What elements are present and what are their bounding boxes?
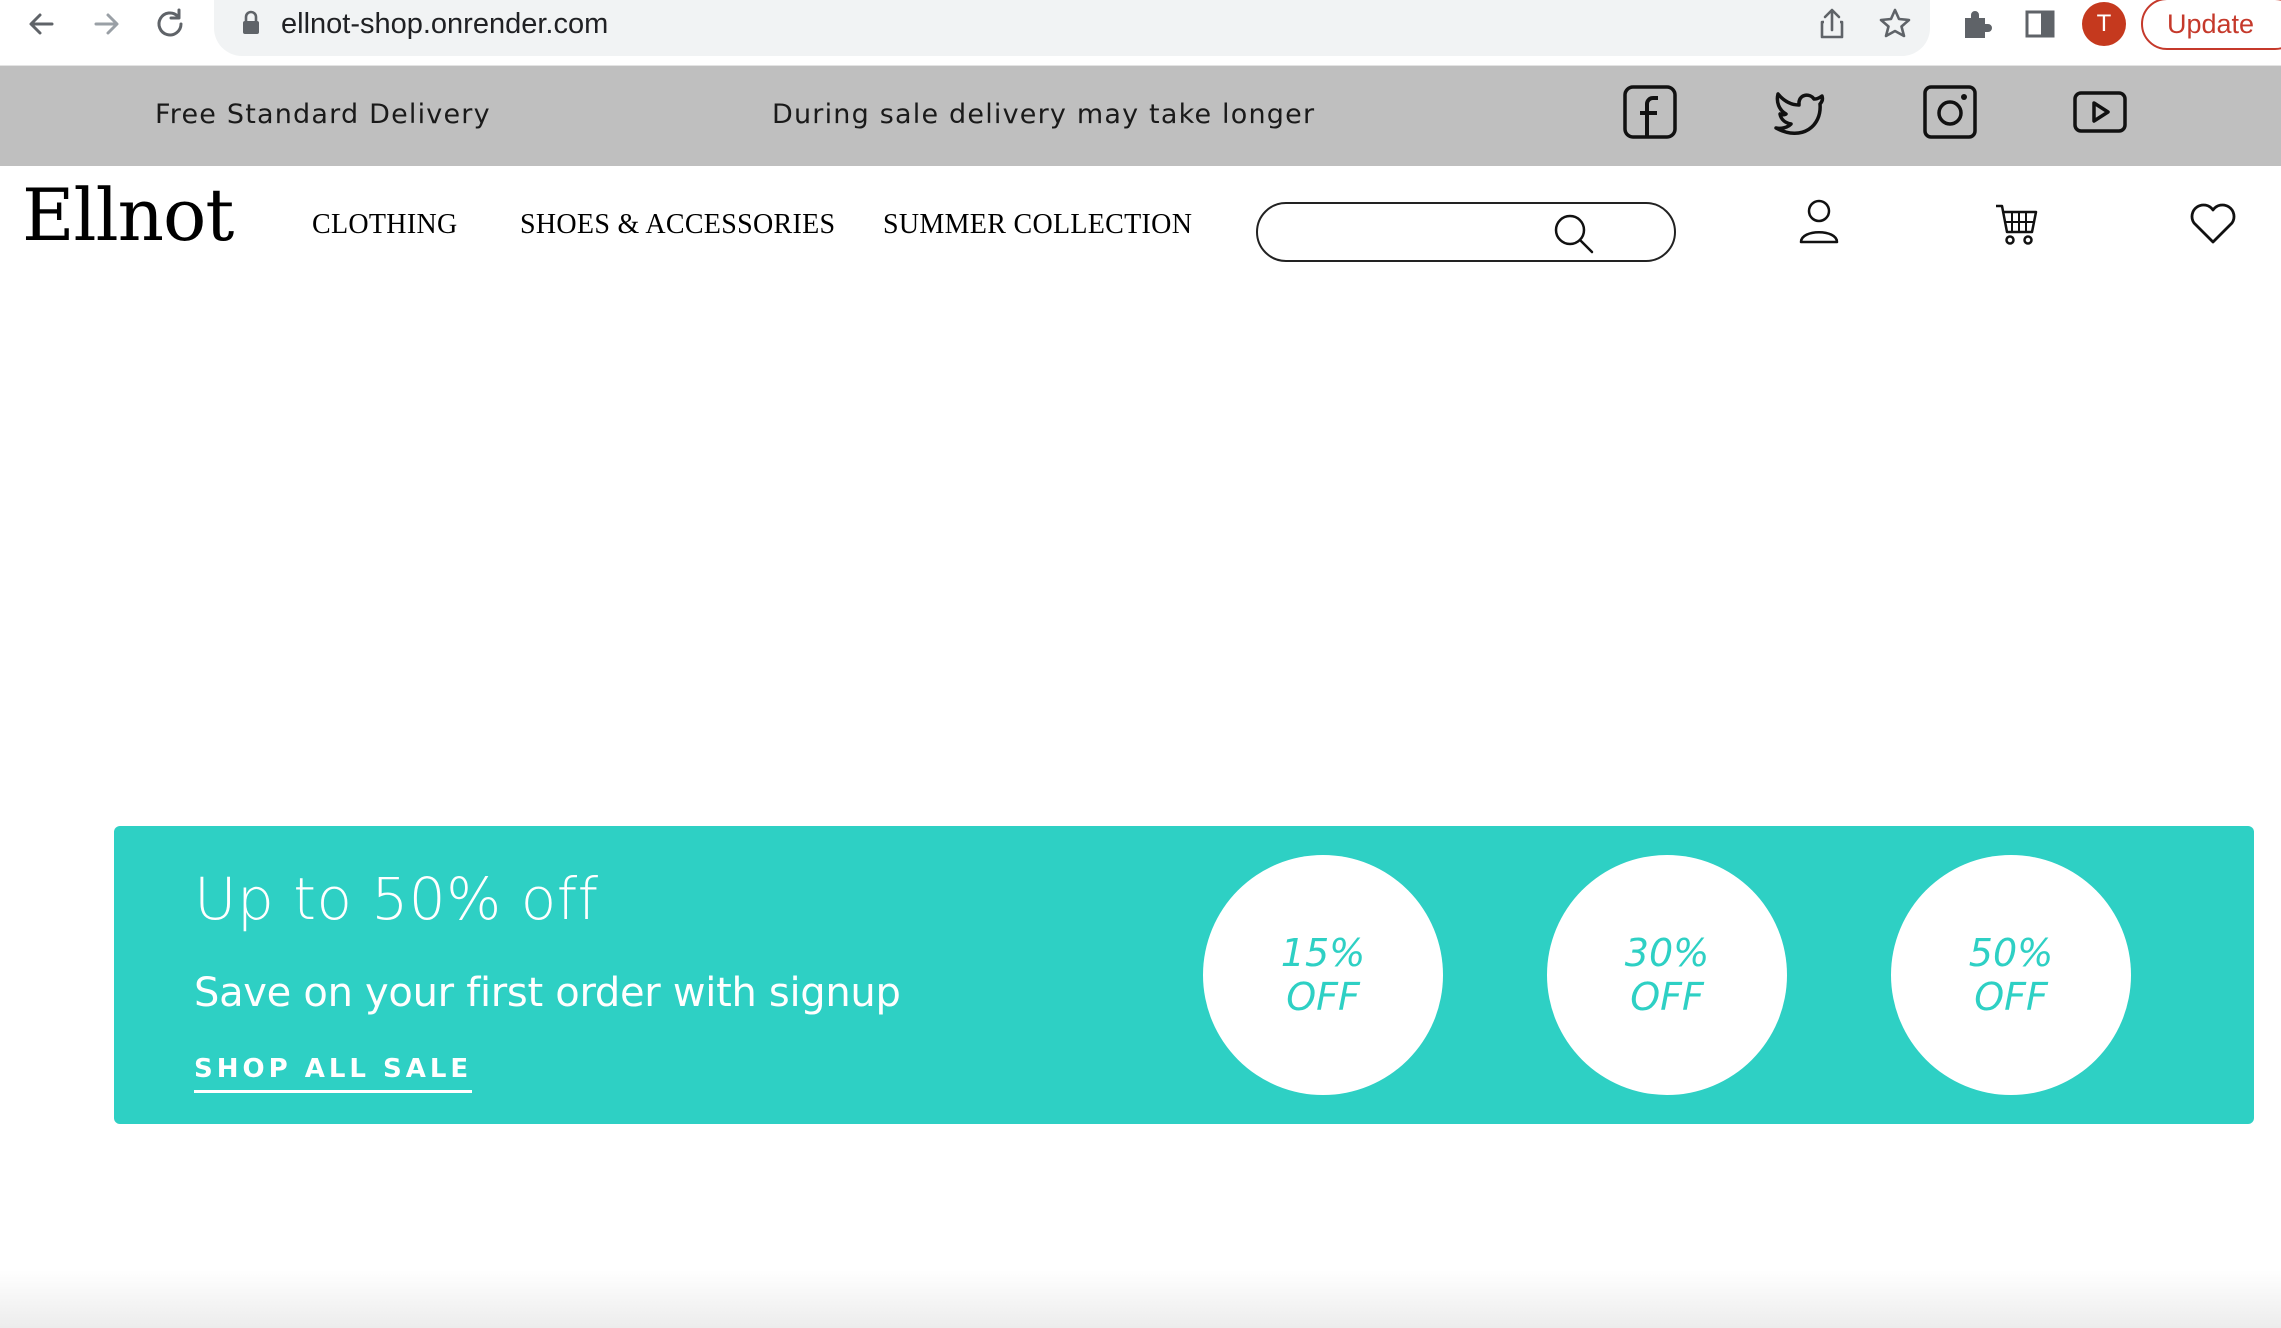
lock-icon[interactable] [240, 10, 262, 36]
delivery-notice-text: During sale delivery may take longer [772, 99, 1316, 130]
discount-badge-15[interactable]: 15% OFF [1203, 855, 1443, 1095]
nav-summer-collection[interactable]: SUMMER COLLECTION [883, 208, 1192, 242]
discount-badge-50[interactable]: 50% OFF [1891, 855, 2131, 1095]
facebook-icon[interactable] [1622, 84, 1678, 140]
search-bar[interactable] [1256, 202, 1676, 262]
discount-label: OFF [1974, 975, 2048, 1019]
discount-percent: 50% [1968, 931, 2054, 975]
site-logo[interactable]: Ellnot [22, 168, 234, 262]
user-icon[interactable] [1792, 196, 1846, 250]
instagram-icon[interactable] [1922, 84, 1978, 140]
search-input[interactable] [1280, 214, 1580, 252]
url-text[interactable]: ellnot-shop.onrender.com [281, 5, 608, 43]
nav-shoes-accessories[interactable]: SHOES & ACCESSORIES [520, 208, 835, 242]
forward-arrow-icon[interactable] [86, 4, 126, 44]
sale-banner: Up to 50% off Save on your first order w… [114, 826, 2254, 1124]
browser-toolbar: ellnot-shop.onrender.com T Update [0, 0, 2281, 66]
side-panel-icon[interactable] [2020, 4, 2060, 44]
heart-icon[interactable] [2186, 196, 2240, 250]
extensions-puzzle-icon[interactable] [1956, 4, 1996, 44]
page-bottom-edge [0, 1270, 2281, 1328]
update-button[interactable]: Update [2141, 0, 2281, 50]
bookmark-star-icon[interactable] [1875, 4, 1915, 44]
discount-label: OFF [1286, 975, 1360, 1019]
back-arrow-icon[interactable] [22, 4, 62, 44]
announcement-bar: Free Standard Delivery During sale deliv… [0, 66, 2281, 166]
profile-avatar[interactable]: T [2082, 2, 2126, 46]
discount-label: OFF [1630, 975, 1704, 1019]
youtube-icon[interactable] [2072, 84, 2128, 140]
search-icon[interactable] [1550, 210, 1598, 258]
discount-percent: 15% [1280, 931, 1366, 975]
cart-icon[interactable] [1990, 196, 2044, 250]
twitter-icon[interactable] [1772, 84, 1828, 140]
discount-percent: 30% [1624, 931, 1710, 975]
share-icon[interactable] [1812, 4, 1852, 44]
shop-all-sale-link[interactable]: SHOP ALL SALE [194, 1052, 473, 1093]
sale-title: Up to 50% off [194, 865, 599, 933]
reload-icon[interactable] [150, 4, 190, 44]
discount-badge-30[interactable]: 30% OFF [1547, 855, 1787, 1095]
free-delivery-text: Free Standard Delivery [155, 99, 491, 130]
sale-subtitle: Save on your first order with signup [194, 970, 901, 1016]
nav-clothing[interactable]: CLOTHING [312, 208, 458, 242]
